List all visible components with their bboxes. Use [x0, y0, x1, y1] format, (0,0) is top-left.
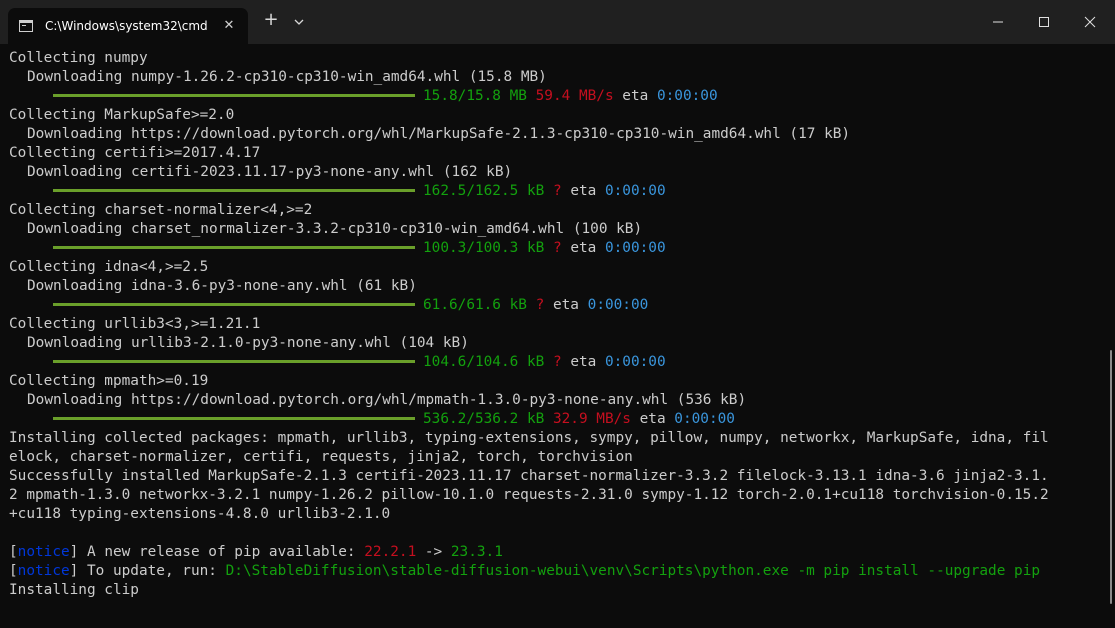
download-size: 61.6/61.6 kB	[423, 297, 527, 313]
progress-bar	[53, 359, 415, 363]
progress-line: 104.6/104.6 kB ? eta 0:00:00	[9, 353, 1099, 372]
output-line: elock, charset-normalizer, certifi, requ…	[9, 449, 633, 465]
download-size: 100.3/100.3 kB	[423, 240, 545, 256]
output-line: Installing collected packages: mpmath, u…	[9, 430, 1049, 446]
bottom-edge	[0, 624, 1115, 628]
eta-value: 0:00:00	[604, 240, 666, 256]
download-speed: 32.9 MB/s	[552, 411, 631, 427]
maximize-icon[interactable]	[1021, 0, 1067, 44]
progress-line: 61.6/61.6 kB ? eta 0:00:00	[9, 296, 1099, 315]
upgrade-command: D:\StableDiffusion\stable-diffusion-webu…	[225, 563, 1041, 579]
tab-title: C:\Windows\system32\cmd	[45, 19, 208, 33]
eta-value: 0:00:00	[656, 88, 718, 104]
progress-bar	[53, 93, 415, 97]
output-line: Successfully installed MarkupSafe-2.1.3 …	[9, 468, 1049, 484]
progress-bar	[53, 188, 415, 192]
eta-value: 0:00:00	[604, 183, 666, 199]
old-version: 22.2.1	[364, 544, 417, 560]
chevron-down-icon[interactable]	[290, 12, 308, 32]
output-line: Downloading charset_normalizer-3.3.2-cp3…	[27, 221, 643, 237]
progress-bar	[53, 302, 415, 306]
output-line: Collecting charset-normalizer<4,>=2	[9, 202, 313, 218]
download-speed: ?	[552, 183, 562, 199]
download-size: 104.6/104.6 kB	[423, 354, 545, 370]
title-bar: C:\Windows\system32\cmd ✕ +	[0, 0, 1115, 44]
download-size: 15.8/15.8 MB	[423, 88, 527, 104]
output-line: Downloading https://download.pytorch.org…	[27, 392, 747, 408]
progress-line: 162.5/162.5 kB ? eta 0:00:00	[9, 182, 1099, 201]
output-line: Collecting certifi>=2017.4.17	[9, 145, 261, 161]
output-line: 2 mpmath-1.3.0 networkx-3.2.1 numpy-1.26…	[9, 487, 1049, 503]
download-speed: 59.4 MB/s	[535, 88, 614, 104]
output-line: +cu118 typing-extensions-4.8.0 urllib3-2…	[9, 506, 391, 522]
output-line: Collecting idna<4,>=2.5	[9, 259, 209, 275]
new-version: 23.3.1	[450, 544, 503, 560]
notice-tag: notice	[17, 563, 70, 579]
download-size: 162.5/162.5 kB	[423, 183, 545, 199]
output-line: Collecting urllib3<3,>=1.21.1	[9, 316, 261, 332]
progress-line: 536.2/536.2 kB 32.9 MB/s eta 0:00:00	[9, 410, 1099, 429]
eta-value: 0:00:00	[674, 411, 735, 427]
notice-line: [notice] A new release of pip available:…	[9, 544, 503, 560]
progress-bar	[53, 416, 415, 420]
output-line: Installing clip	[9, 582, 139, 598]
plus-icon[interactable]: +	[261, 11, 281, 31]
output-line: Downloading urllib3-2.1.0-py3-none-any.w…	[27, 335, 469, 351]
notice-tag: notice	[17, 544, 70, 560]
eta-value: 0:00:00	[587, 297, 649, 313]
minimize-icon[interactable]	[975, 0, 1021, 44]
terminal-window: C:\Windows\system32\cmd ✕ + Collecting n…	[0, 0, 1115, 628]
window-close-icon[interactable]	[1067, 0, 1113, 44]
output-line: Downloading idna-3.6-py3-none-any.whl (6…	[27, 278, 417, 294]
notice-line: [notice] To update, run: D:\StableDiffus…	[9, 563, 1041, 579]
download-speed: ?	[552, 240, 562, 256]
output-line: Collecting numpy	[9, 50, 148, 66]
eta-value: 0:00:00	[604, 354, 666, 370]
scrollbar[interactable]	[1110, 350, 1112, 604]
download-size: 536.2/536.2 kB	[423, 411, 545, 427]
output-line: Downloading certifi-2023.11.17-py3-none-…	[27, 164, 513, 180]
output-line: Downloading https://download.pytorch.org…	[27, 126, 851, 142]
download-speed: ?	[552, 354, 562, 370]
close-icon[interactable]: ✕	[220, 17, 238, 35]
output-line: Downloading numpy-1.26.2-cp310-cp310-win…	[27, 69, 547, 85]
output-line: Collecting mpmath>=0.19	[9, 373, 209, 389]
progress-line: 100.3/100.3 kB ? eta 0:00:00	[9, 239, 1099, 258]
console-icon	[19, 20, 33, 32]
output-line: Collecting MarkupSafe>=2.0	[9, 107, 235, 123]
progress-bar	[53, 245, 415, 249]
tab-cmd[interactable]: C:\Windows\system32\cmd ✕	[8, 8, 248, 44]
download-speed: ?	[535, 297, 545, 313]
terminal-output[interactable]: Collecting numpy Downloading numpy-1.26.…	[9, 49, 1099, 600]
progress-line: 15.8/15.8 MB 59.4 MB/s eta 0:00:00	[9, 87, 1099, 106]
